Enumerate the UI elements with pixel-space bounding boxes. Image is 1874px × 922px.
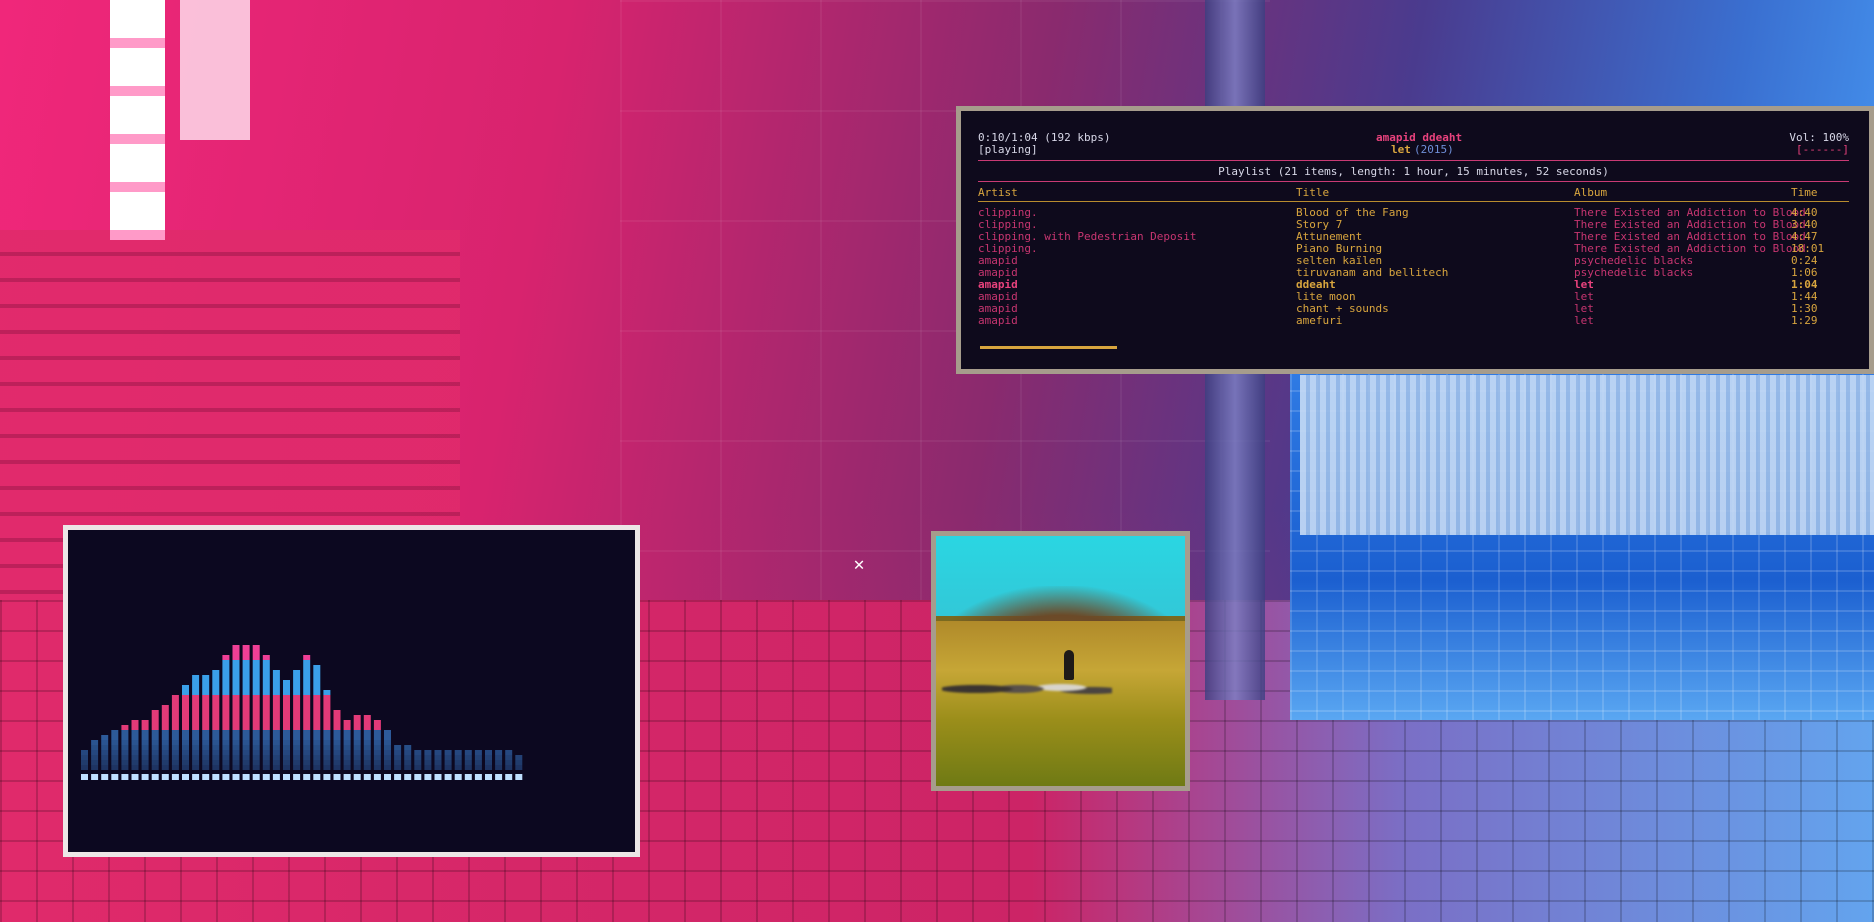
spectrum-bar xyxy=(495,750,503,780)
playlist-row[interactable]: clipping. Piano Burning There Existed an A… xyxy=(978,243,1849,255)
playlist-row[interactable]: amapid lite moon let 1:44 xyxy=(978,291,1849,303)
spectrum-bar xyxy=(91,740,99,780)
spectrum-bar xyxy=(252,645,260,780)
divider xyxy=(978,181,1849,182)
spectrum-bar xyxy=(373,720,381,780)
spectrum-bar xyxy=(182,685,189,780)
wallpaper-light-secondary xyxy=(180,0,250,140)
playlist-row[interactable]: amapid ddeaht let 1:04 xyxy=(978,279,1849,291)
audio-visualizer-window[interactable] xyxy=(63,525,640,857)
header-artist[interactable]: Artist xyxy=(978,187,1018,199)
spectrum-bar xyxy=(404,745,412,780)
spectrum-bar xyxy=(101,735,109,780)
spectrum-bar xyxy=(272,670,280,780)
spectrum-bar xyxy=(363,715,371,780)
spectrum-bar xyxy=(515,755,523,780)
header-title[interactable]: Title xyxy=(1296,187,1329,199)
spectrum-bar xyxy=(262,655,270,780)
spectrum-bar xyxy=(232,645,240,780)
divider xyxy=(978,160,1849,161)
playlist-row[interactable]: amapid tiruvanam and bellitech psychedelic… xyxy=(978,267,1849,279)
playlist-cell-album: let xyxy=(1574,314,1594,327)
spectrum-bar xyxy=(222,655,230,780)
album-art-window[interactable] xyxy=(931,531,1190,791)
spectrum-bar xyxy=(192,675,200,780)
volume-bar[interactable]: [------] xyxy=(1796,144,1849,156)
spectrum-bar xyxy=(293,670,301,780)
spectrum-bar xyxy=(424,750,432,780)
playlist-row[interactable]: amapid amefuri let 1:29 xyxy=(978,315,1849,327)
column-headers: Artist Title Album Time xyxy=(978,187,1849,199)
spectrum-bar xyxy=(81,750,88,780)
spectrum-bar xyxy=(444,750,452,780)
wallpaper-room-shutters xyxy=(1300,375,1874,535)
spectrum-bar xyxy=(384,730,391,780)
spectrum-bar xyxy=(394,745,402,780)
header-divider xyxy=(978,201,1849,202)
spectrum-bar xyxy=(212,670,220,780)
spectrum-bar xyxy=(333,710,341,780)
spectrum-bar xyxy=(283,680,290,780)
playlist-summary-row: Playlist (21 items, length: 1 hour, 15 m… xyxy=(978,166,1849,178)
spectrum-bar xyxy=(151,710,159,780)
playlist-summary: Playlist (21 items, length: 1 hour, 15 m… xyxy=(1218,165,1609,178)
playback-state: [playing] xyxy=(978,143,1038,156)
spectrum-bar xyxy=(141,720,149,780)
spectrum-bar xyxy=(121,725,129,780)
spectrum-bar xyxy=(434,750,442,780)
spectrum-bar xyxy=(131,720,139,780)
music-player-window[interactable]: 0:10/1:04 (192 kbps) amapid ddeaht Vol: … xyxy=(956,106,1874,374)
playlist-rows: clipping. Blood of the Fang There Existed … xyxy=(978,207,1849,327)
spectrum-bar xyxy=(171,695,179,780)
now-playing-year: (2015) xyxy=(1414,143,1454,156)
spectrum-bars xyxy=(81,645,523,780)
header-time[interactable]: Time xyxy=(1791,187,1818,199)
spectrum-bar xyxy=(161,705,169,780)
spectrum-bar xyxy=(464,750,472,780)
spectrum-bar xyxy=(353,715,361,780)
spectrum-bar xyxy=(303,655,311,780)
spectrum-bar xyxy=(343,720,351,780)
playlist-cell-artist: amapid xyxy=(978,314,1018,327)
playlist-cell-title: amefuri xyxy=(1296,314,1343,327)
spectrum-bar xyxy=(313,665,321,780)
playlist-scroll-progress[interactable] xyxy=(980,346,1118,349)
spectrum-bar xyxy=(474,750,482,780)
spectrum-bar xyxy=(111,730,119,780)
spectrum-bar xyxy=(454,750,462,780)
album-art-sheep xyxy=(942,674,1112,704)
spectrum-bar xyxy=(485,750,492,780)
spectrum-bar xyxy=(202,675,210,780)
x-cursor-icon: ✕ xyxy=(853,554,865,575)
wallpaper-light xyxy=(110,0,165,240)
spectrum-bar xyxy=(414,750,422,780)
spectrum-bar xyxy=(323,690,331,780)
playlist-cell-time: 1:29 xyxy=(1791,314,1818,327)
status-line-2: [playing] let (2015) [------] xyxy=(978,144,1849,156)
playlist-row[interactable]: amapid chant + sounds let 1:30 xyxy=(978,303,1849,315)
now-playing-album: let xyxy=(1391,143,1411,156)
spectrum-bar xyxy=(505,750,513,780)
header-album[interactable]: Album xyxy=(1574,187,1607,199)
album-art-shepherd xyxy=(1064,650,1074,680)
player-content: 0:10/1:04 (192 kbps) amapid ddeaht Vol: … xyxy=(978,132,1849,349)
spectrum-bar xyxy=(242,645,250,780)
